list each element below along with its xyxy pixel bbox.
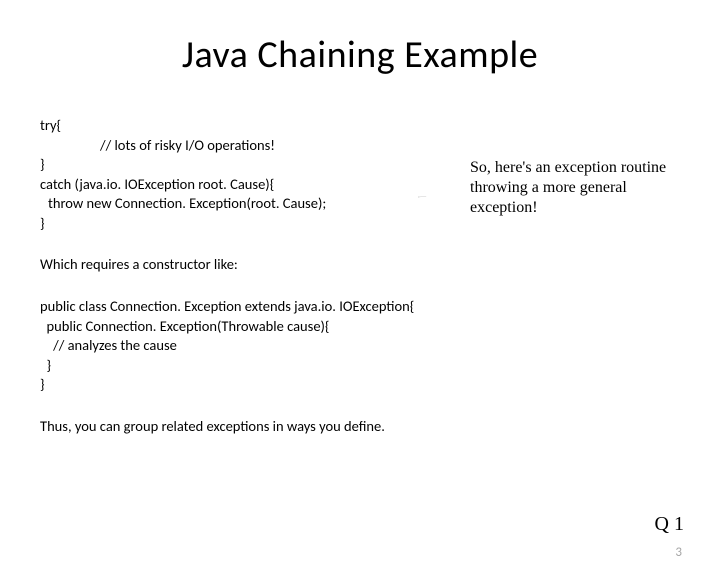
code-line: try{ bbox=[40, 116, 61, 134]
code-line: throw new Connection. Exception(root. Ca… bbox=[40, 194, 326, 214]
arrow-icon bbox=[380, 196, 465, 198]
slide-content: try{ // lots of risky I/O operations! } … bbox=[0, 116, 720, 435]
code-line: catch (java.io. IOException root. Cause)… bbox=[40, 175, 274, 193]
code-line: // analyzes the cause bbox=[40, 336, 177, 354]
code-line: } bbox=[40, 356, 51, 374]
page-number: 3 bbox=[675, 545, 682, 560]
code-line: } bbox=[40, 375, 45, 393]
paragraph: Which requires a constructor like: bbox=[40, 255, 680, 275]
code-line: // lots of risky I/O operations! bbox=[40, 136, 275, 156]
slide-title: Java Chaining Example bbox=[0, 32, 720, 78]
code-line: } bbox=[40, 155, 45, 173]
annotation-text: So, here's an exception routine throwing… bbox=[470, 158, 680, 218]
code-line: public class Connection. Exception exten… bbox=[40, 297, 414, 315]
code-block-2: public class Connection. Exception exten… bbox=[40, 297, 680, 395]
code-line: } bbox=[40, 214, 45, 232]
code-line: public Connection. Exception(Throwable c… bbox=[40, 317, 330, 335]
question-label: Q 1 bbox=[655, 513, 684, 536]
paragraph: Thus, you can group related exceptions i… bbox=[40, 417, 680, 435]
